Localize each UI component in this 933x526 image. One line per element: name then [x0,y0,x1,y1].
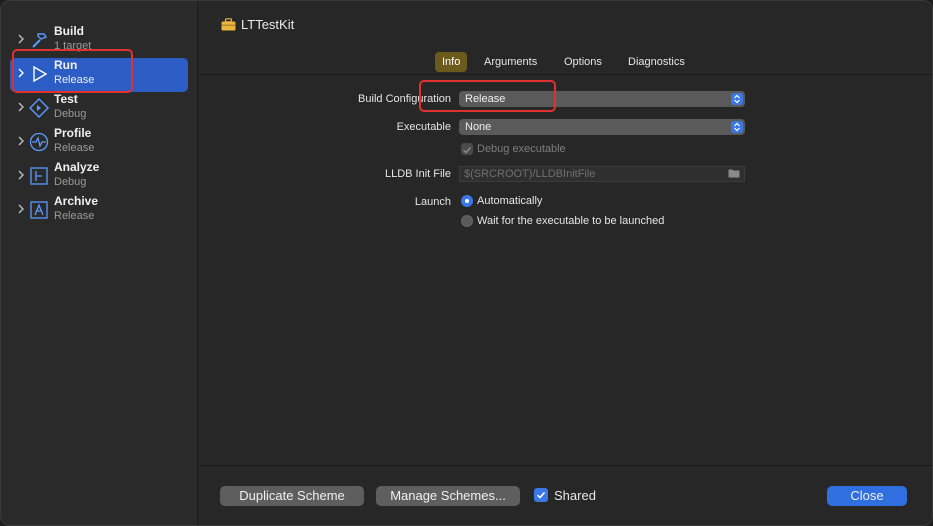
sidebar-item-title: Archive [54,194,99,208]
popup-stepper-icon [731,121,743,133]
sidebar-item-build[interactable]: Build 1 target [10,24,188,58]
chevron-right-icon[interactable] [17,33,27,47]
executable-label: Executable [396,121,451,133]
scheme-name: LTTestKit [241,17,295,32]
sidebar-item-title: Run [54,58,78,72]
sidebar-item-test[interactable]: Test Debug [10,92,188,126]
sidebar-item-profile[interactable]: Profile Release [10,126,188,160]
lldb-init-file-placeholder: $(SRCROOT)/LLDBInitFile [464,168,596,180]
analyze-icon [29,166,49,186]
sidebar-item-title: Analyze [54,160,100,174]
tab-arguments[interactable]: Arguments [477,52,544,72]
launch-wait-label[interactable]: Wait for the executable to be launched [477,215,664,227]
launch-label: Launch [414,196,451,208]
launch-automatically-radio[interactable] [461,195,473,207]
lldb-init-file-label: LLDB Init File [384,168,451,180]
executable-value: None [465,121,492,133]
chevron-right-icon[interactable] [17,67,27,81]
hammer-icon [29,30,49,50]
manage-schemes-button[interactable]: Manage Schemes... [376,486,520,506]
play-icon [29,64,49,84]
tab-divider [199,74,932,75]
build-configuration-value: Release [465,93,506,105]
build-configuration-label: Build Configuration [358,93,451,105]
duplicate-scheme-button[interactable]: Duplicate Scheme [220,486,364,506]
chevron-right-icon[interactable] [17,101,27,115]
close-button[interactable]: Close [827,486,907,506]
chevron-right-icon[interactable] [17,135,27,149]
shared-label[interactable]: Shared [554,488,596,503]
waveform-icon [29,132,49,152]
footer-divider [199,465,932,466]
debug-executable-checkbox[interactable] [461,143,473,155]
tab-diagnostics[interactable]: Diagnostics [621,52,692,72]
sidebar-item-subtitle: 1 target [54,40,92,52]
build-configuration-popup[interactable]: Release [459,91,745,107]
sidebar-item-subtitle: Debug [54,176,87,188]
sidebar-item-subtitle: Release [54,210,95,222]
sidebar-item-title: Profile [54,126,92,140]
scheme-tabs: Info Arguments Options Diagnostics [199,52,932,74]
chevron-right-icon[interactable] [17,203,27,217]
scheme-detail-panel: LTTestKit Info Arguments Options Diagnos… [199,1,932,525]
sidebar-item-subtitle: Release [54,74,95,86]
folder-icon[interactable] [728,168,740,182]
sidebar-item-archive[interactable]: Archive Release [10,194,188,228]
sidebar-item-subtitle: Debug [54,108,87,120]
diamond-icon [29,98,49,118]
launch-wait-radio[interactable] [461,215,473,227]
lldb-init-file-field[interactable]: $(SRCROOT)/LLDBInitFile [459,166,745,182]
chevron-right-icon[interactable] [17,169,27,183]
launch-automatically-label[interactable]: Automatically [477,195,542,207]
scheme-editor-window: Build 1 target Run Release Test Debug Pr… [0,0,933,526]
scheme-action-sidebar: Build 1 target Run Release Test Debug Pr… [1,1,198,525]
toolbox-icon [221,18,236,31]
sidebar-item-run[interactable]: Run Release [10,58,188,92]
sidebar-item-title: Test [54,92,78,106]
archive-icon [29,200,49,220]
popup-stepper-icon [731,93,743,105]
tab-info[interactable]: Info [435,52,468,72]
sidebar-item-title: Build [54,24,84,38]
shared-checkbox[interactable] [534,488,548,502]
tab-options[interactable]: Options [557,52,609,72]
sidebar-item-analyze[interactable]: Analyze Debug [10,160,188,194]
debug-executable-label: Debug executable [477,143,566,155]
scheme-title: LTTestKit [221,17,294,32]
sidebar-item-subtitle: Release [54,142,95,154]
executable-popup[interactable]: None [459,119,745,135]
